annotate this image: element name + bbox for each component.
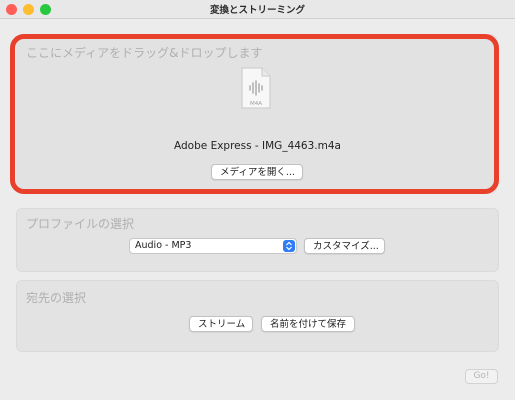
audio-file-icon: M4A xyxy=(241,67,271,109)
destination-section xyxy=(16,280,499,352)
destination-section-label: 宛先の選択 xyxy=(26,291,87,305)
profile-select-value: Audio - MP3 xyxy=(135,240,192,251)
open-media-button[interactable]: メディアを開く... xyxy=(211,164,303,180)
save-as-button[interactable]: 名前を付けて保存 xyxy=(261,316,355,332)
customize-button[interactable]: カスタマイズ... xyxy=(304,238,385,254)
media-drop-label: ここにメディアをドラッグ&ドロップします xyxy=(26,46,263,60)
window-titlebar: 変換とストリーミング xyxy=(0,0,515,19)
profile-section-label: プロファイルの選択 xyxy=(26,217,135,231)
selected-file-name: Adobe Express - IMG_4463.m4a xyxy=(174,140,341,152)
stream-button[interactable]: ストリーム xyxy=(189,316,253,332)
profile-select[interactable]: Audio - MP3 xyxy=(129,238,297,254)
select-updown-icon xyxy=(283,240,295,252)
go-button[interactable]: Go! xyxy=(465,369,498,384)
window-title: 変換とストリーミング xyxy=(209,5,305,16)
file-type-label: M4A xyxy=(250,101,262,107)
